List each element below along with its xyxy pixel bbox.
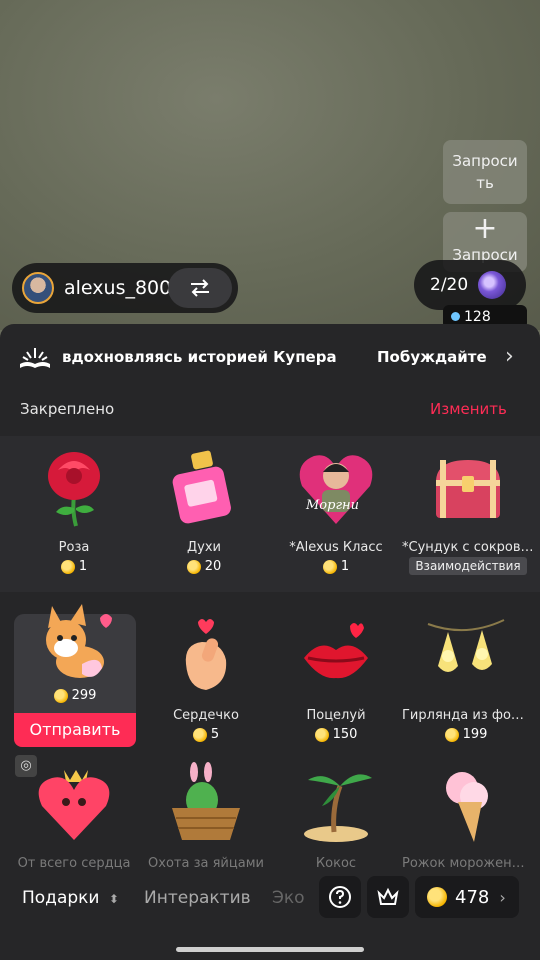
edit-pinned-link[interactable]: Изменить xyxy=(430,400,507,418)
gift-item[interactable]: Гирлянда из фонарей 199 xyxy=(402,614,530,742)
tab-gifts-label: Подарки xyxy=(22,888,100,908)
tab-eco[interactable]: Эко xyxy=(272,888,306,908)
coin-balance-value: 478 xyxy=(455,886,490,908)
pinned-gifts-row: Роза 1 Духи 20 Моргни *Alexus Класс 1 *С… xyxy=(0,436,540,592)
viewer-count: 128 xyxy=(464,309,491,325)
treasure-chest-icon xyxy=(426,446,510,530)
diamond-icon xyxy=(451,312,460,321)
question-circle-icon xyxy=(329,886,351,908)
gift-price: 1 xyxy=(10,559,138,574)
gift-item[interactable]: Поцелуй 150 xyxy=(272,614,400,742)
coin-icon xyxy=(427,887,447,907)
request-button[interactable]: Запросить xyxy=(443,140,527,204)
chevron-right-icon[interactable]: › xyxy=(505,344,514,369)
coin-icon xyxy=(444,727,459,742)
host-user-pill[interactable]: alexus_800 xyxy=(12,263,238,313)
goal-counter[interactable]: 2/20 xyxy=(414,260,526,310)
gift-price-value: 20 xyxy=(204,559,222,574)
coin-icon xyxy=(60,559,75,574)
gift-item[interactable]: *Сундук с сокровищами Взаимодействия xyxy=(402,446,534,575)
coin-icon xyxy=(192,727,207,742)
gem-icon xyxy=(478,271,507,299)
interaction-tag: Взаимодействия xyxy=(409,557,527,575)
ice-cream-icon xyxy=(424,762,508,846)
banner-text: вдохновляясь историей Купера xyxy=(62,348,337,366)
goal-counter-text: 2/20 xyxy=(430,275,469,295)
coin-icon xyxy=(53,688,68,703)
banner-text-2: Побуждайте а xyxy=(377,348,489,366)
open-book-icon xyxy=(20,348,50,368)
gift-item-selected[interactable]: 299 xyxy=(14,596,136,703)
gift-name: Гирлянда из фонарей xyxy=(402,708,530,723)
gift-item[interactable]: От всего сердца xyxy=(10,762,138,871)
help-button[interactable] xyxy=(319,876,361,918)
gift-name: Поцелуй xyxy=(306,708,366,723)
pinned-section-label: Закреплено xyxy=(20,400,115,418)
gift-price: 150 xyxy=(272,727,400,742)
avatar xyxy=(22,272,54,304)
rose-icon xyxy=(32,446,116,530)
coin-icon xyxy=(322,559,337,574)
kiss-lips-icon xyxy=(294,614,378,698)
gift-price: 199 xyxy=(402,727,530,742)
perfume-icon xyxy=(162,446,246,530)
gift-name: Рожок мороженого xyxy=(402,856,530,871)
gift-price-value: 150 xyxy=(332,727,358,742)
gift-name: Кокос xyxy=(315,856,357,871)
send-gift-button[interactable]: Отправить xyxy=(14,713,136,747)
gift-price-value: 1 xyxy=(78,559,88,574)
swap-arrows-icon xyxy=(191,279,209,297)
plus-icon: + xyxy=(472,212,498,246)
gift-name: Духи xyxy=(187,540,221,555)
corgi-icon xyxy=(30,596,120,686)
egg-basket-icon xyxy=(164,762,248,846)
gift-price-value: 199 xyxy=(462,727,488,742)
gift-price: 1 xyxy=(272,559,400,574)
switch-host-button[interactable] xyxy=(168,268,232,308)
tab-interactive[interactable]: Интерактив xyxy=(144,888,251,908)
gift-name: От всего сердца xyxy=(17,856,131,871)
gift-item[interactable]: Роза 1 xyxy=(10,446,138,574)
crown-icon xyxy=(377,887,399,905)
home-indicator xyxy=(176,947,364,952)
gift-item[interactable]: Моргни *Alexus Класс 1 xyxy=(272,446,400,574)
campaign-banner[interactable]: вдохновляясь историей Купера Побуждайте … xyxy=(0,336,540,380)
gift-item[interactable]: Охота за яйцами xyxy=(142,762,270,871)
gift-panel-footer: Подарки ⬍ Интерактив Эко 478 › xyxy=(0,874,540,924)
gift-price-value: 1 xyxy=(340,559,350,574)
gift-name: *Сундук с сокровищами xyxy=(402,540,534,555)
custom-avatar-heart-icon: Моргни xyxy=(294,446,378,530)
gift-name: Сердечко xyxy=(173,708,239,723)
coin-icon xyxy=(186,559,201,574)
coin-balance-button[interactable]: 478 › xyxy=(415,876,519,918)
gift-name: *Alexus Класс xyxy=(289,540,383,555)
string-lights-icon xyxy=(424,614,508,698)
request-button-label: Запросить xyxy=(452,152,518,192)
gift-price: 5 xyxy=(142,727,270,742)
finger-heart-icon xyxy=(164,614,248,698)
gift-name: Охота за яйцами xyxy=(148,856,264,871)
gift-item[interactable]: Сердечко 5 xyxy=(142,614,270,742)
gift-price-value: 5 xyxy=(210,727,220,742)
heart-character-icon xyxy=(32,762,116,846)
vip-button[interactable] xyxy=(367,876,409,918)
gift-price: 299 xyxy=(14,688,136,703)
sort-arrows-icon: ⬍ xyxy=(108,892,119,906)
gift-panel: вдохновляясь историей Купера Побуждайте … xyxy=(0,324,540,960)
sticker-text: Моргни xyxy=(306,498,359,513)
coin-icon xyxy=(314,727,329,742)
gift-price-value: 299 xyxy=(71,688,97,703)
tab-gifts[interactable]: Подарки ⬍ xyxy=(22,888,119,908)
chevron-right-icon: › xyxy=(499,887,506,907)
gift-item[interactable]: Кокос xyxy=(272,762,400,871)
host-username: alexus_800 xyxy=(64,277,172,299)
gift-name: Роза xyxy=(58,540,90,555)
gift-price: 20 xyxy=(140,559,268,574)
gift-item[interactable]: Духи 20 xyxy=(140,446,268,574)
gift-item[interactable]: Рожок мороженого xyxy=(402,762,530,871)
palm-island-icon xyxy=(294,762,378,846)
